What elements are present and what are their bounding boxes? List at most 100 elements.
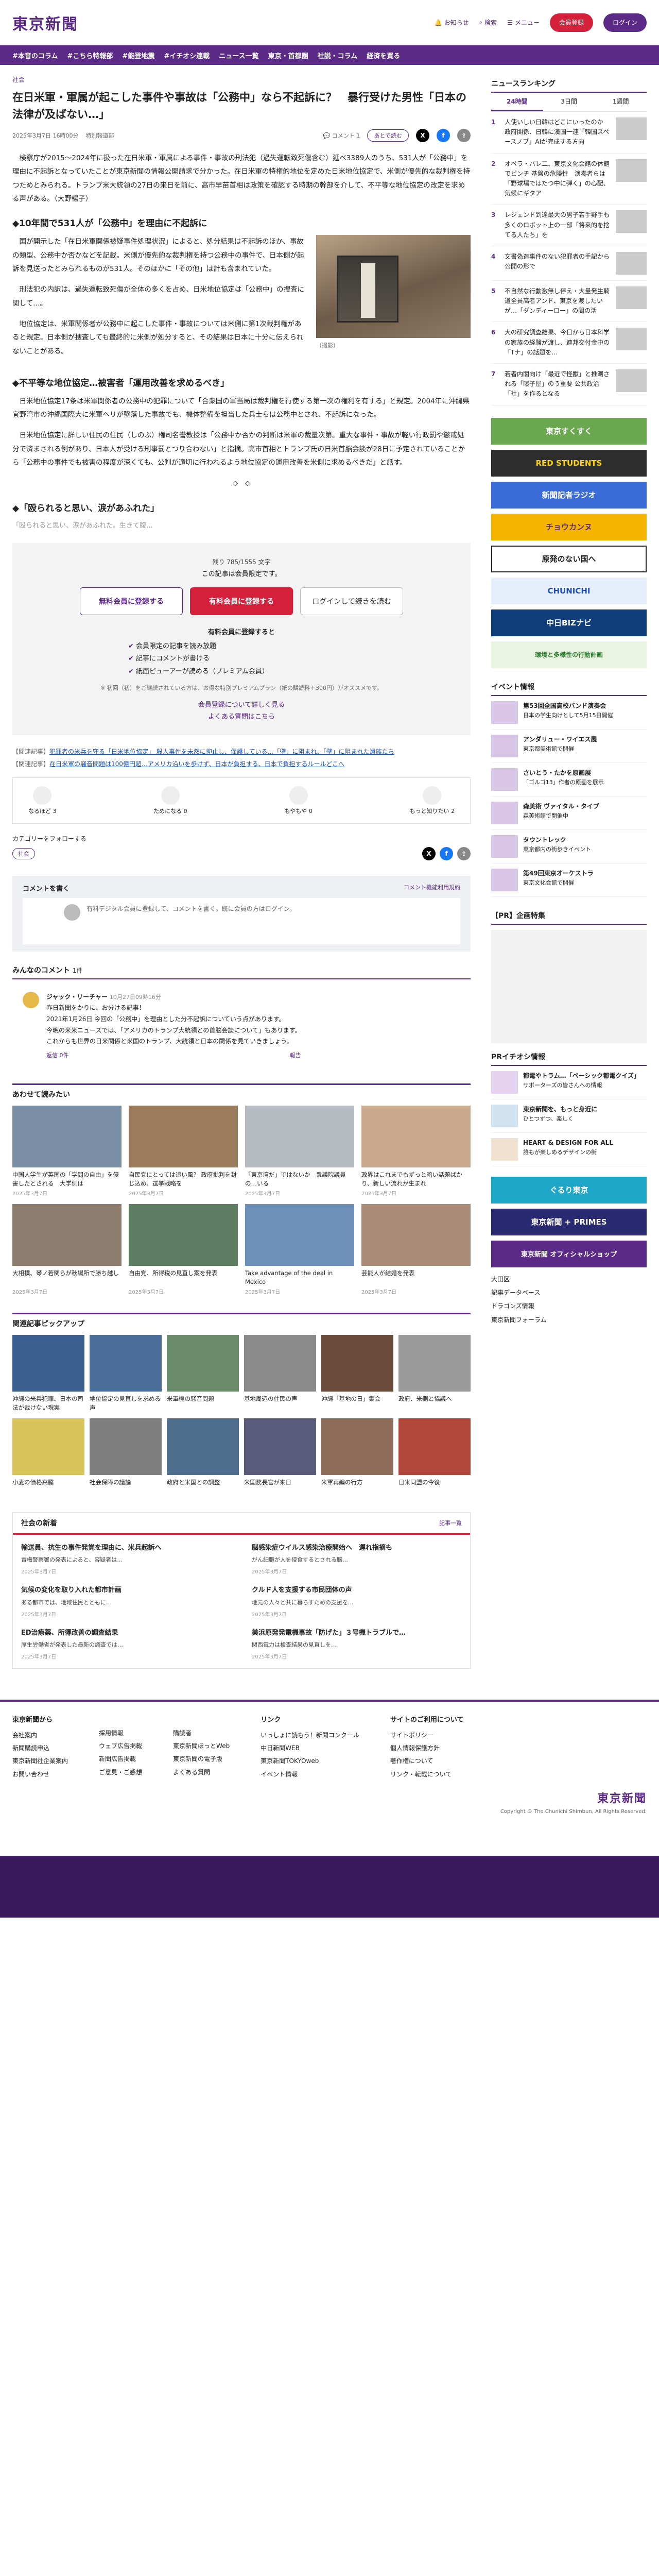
nav-item[interactable]: 経済を買る — [367, 50, 400, 60]
nav-item[interactable]: #本音のコラム — [12, 50, 58, 60]
event-item[interactable]: アンダリュー・ワイエス展 東京都美術館で開催 — [491, 730, 647, 763]
pickup-card[interactable]: 日米同盟の今後 — [398, 1418, 471, 1497]
site-logo[interactable]: 東京新聞 — [12, 11, 78, 34]
reaction-button[interactable]: もやもや 0 — [284, 786, 313, 815]
footer-link[interactable]: ご意見・ご感想 — [99, 1766, 142, 1779]
reply-link[interactable]: 返信 0件 — [46, 1050, 69, 1061]
pickup-card[interactable]: 沖縄の米兵犯罪、日本の司法が裁けない現実 — [12, 1334, 84, 1413]
ranking-item[interactable]: 5 不自然な行動激無し停え・大量発生騎道全員高者アンド、東京を渡したいが…「ダンデ… — [491, 281, 647, 323]
also-read-card[interactable]: 政界はこれまでもずっと暗い話題ばかり、新しい流れが生まれ 2025年3月7日 — [361, 1105, 471, 1197]
x-share-icon[interactable]: X — [422, 846, 436, 860]
news-item[interactable]: クルド人を支援する市民団体の声 地元の人々と共に暮らすための支援を… 2025年3月… — [252, 1585, 462, 1617]
banner-environment[interactable]: 環境と多様性の行動計画 — [491, 641, 647, 668]
comment-input-area[interactable]: 有料デジタル会員に登録して、コメントを書く。既に会員の方はログイン。 — [23, 897, 460, 944]
footer-link[interactable]: よくある質問 — [173, 1766, 230, 1779]
reaction-button[interactable]: なるほど 3 — [28, 786, 57, 815]
nav-item[interactable]: #イチオシ連載 — [164, 50, 210, 60]
nav-item[interactable]: #こちら特報部 — [67, 50, 113, 60]
ranking-item[interactable]: 1 人使いしい日韓はどこにいったのか 政府関係、日韓に漢国一連「韓国スペースノブ」… — [491, 112, 647, 154]
ranking-item[interactable]: 3 レジェンド到達最大の男子若手野手も 多くのロボット上の一部「将来的を捨てる人た… — [491, 205, 647, 246]
news-item[interactable]: 美浜原発発電機事故「防げた」３号機トラブルで… 関西電力は検査結果の見直しを… 20… — [252, 1628, 462, 1660]
also-read-card[interactable]: 芸能人が結婚を発表 2025年3月7日 — [361, 1204, 471, 1295]
login-continue-button[interactable]: ログインして続きを読む — [300, 587, 403, 615]
footer-link[interactable]: リンク・転載について — [390, 1768, 464, 1781]
banner-sukusuku[interactable]: 東京すくすく — [491, 417, 647, 445]
pickup-card[interactable]: 米軍再編の行方 — [321, 1418, 393, 1497]
recommend-item[interactable]: HEART & DESIGN FOR ALL 誰もが楽しめるデザインの街 — [491, 1133, 647, 1166]
side-link[interactable]: 記事データベース — [491, 1286, 647, 1299]
footer-link[interactable]: イベント情報 — [261, 1768, 359, 1781]
pickup-card[interactable]: 政府、米側と協議へ — [398, 1334, 471, 1413]
footer-link[interactable]: 東京新聞TOKYOweb — [261, 1755, 359, 1768]
ranking-item[interactable]: 4 文書偽造事件のない犯罪者の手記から公開の形で — [491, 246, 647, 281]
ranking-item[interactable]: 7 若者内閣向け「最近で怪獣」と推測される「曝子屋」のう重要 公共政治「社」を作る… — [491, 364, 647, 405]
banner-radio[interactable]: 新聞記者ラジオ — [491, 481, 647, 509]
event-item[interactable]: 第49回東京オーケストラ 東京文化会館で開催 — [491, 863, 647, 897]
pickup-card[interactable]: 米国務長官が来日 — [244, 1418, 316, 1497]
nav-item[interactable]: ニュース一覧 — [219, 50, 258, 60]
category-tag[interactable]: 社会 — [12, 848, 35, 859]
footer-link[interactable]: お問い合わせ — [12, 1768, 68, 1781]
register-button[interactable]: 会員登録 — [549, 13, 593, 32]
also-read-card[interactable]: 自由党、所得税の見直し案を発表 2025年3月7日 — [129, 1204, 238, 1295]
share-icon[interactable]: ⇪ — [457, 129, 471, 143]
pickup-card[interactable]: 政府と米国との調整 — [167, 1418, 239, 1497]
pickup-card[interactable]: 地位協定の見直しを求める声 — [90, 1334, 162, 1413]
footer-link[interactable]: いっしょに読もう！新聞コンクール — [261, 1729, 359, 1742]
side-link[interactable]: 東京新聞フォーラム — [491, 1313, 647, 1327]
also-read-card[interactable]: 「東京湾だ」ではないか 衆議院議員の…いる 2025年3月7日 — [245, 1105, 354, 1197]
banner-chunichi[interactable]: CHUNICHI — [491, 577, 647, 604]
nav-item[interactable]: 東京・首都圏 — [268, 50, 308, 60]
menu-button[interactable]: ☰ メニュー — [507, 18, 540, 27]
news-item[interactable]: 輸送員、抗生の事件発覚を理由に、米兵起訴へ 青梅警察署の発表によると、容疑者は… 2… — [21, 1543, 231, 1575]
login-button[interactable]: ログイン — [603, 13, 647, 32]
comment-rules-link[interactable]: コメント機能利用規約 — [404, 883, 460, 893]
report-link[interactable]: 報告 — [290, 1050, 301, 1061]
facebook-share-icon[interactable]: f — [437, 129, 450, 143]
event-item[interactable]: 第53回全国高校バンド演奏会 日本の学生向けとして5月15日開催 — [491, 696, 647, 730]
x-share-icon[interactable]: X — [416, 129, 429, 143]
also-read-card[interactable]: 自民党にとっては追い風？ 政府批判を封じ込め、選挙戦略を 2025年3月7日 — [129, 1105, 238, 1197]
tab-24h[interactable]: 24時間 — [491, 93, 543, 111]
event-item[interactable]: さいとう・たかを原画展 「ゴルゴ13」作者の原画を展示 — [491, 763, 647, 796]
side-link[interactable]: ドラゴンズ情報 — [491, 1299, 647, 1313]
footer-link[interactable]: サイトポリシー — [390, 1729, 464, 1742]
related-link[interactable]: 在日米軍の騒音問題は100億円超…アメリカ沿いを歩けず、日本が負担する、日本で負… — [49, 760, 344, 768]
news-list-link[interactable]: 記事一覧 — [439, 1519, 462, 1527]
banner-genpatsu[interactable]: 原発のない国へ — [491, 545, 647, 572]
ranking-item[interactable]: 6 大の研究調査結果、今日から日本科学の家族の経験が渡し、連邦交付金中の「Tナ」の… — [491, 322, 647, 364]
ranking-item[interactable]: 2 オペラ・パレ二、東京文化会館の休館でピンチ 基盤の危険性 演奏者らは「野球場で… — [491, 154, 647, 205]
footer-link[interactable]: 個人情報保護方針 — [390, 1742, 464, 1755]
pickup-card[interactable]: 社会保障の議論 — [90, 1418, 162, 1497]
footer-link[interactable]: 東京新聞の電子版 — [173, 1753, 230, 1766]
reaction-button[interactable]: ためになる 0 — [153, 786, 187, 815]
paid-register-button[interactable]: 有料会員に登録する — [190, 587, 293, 615]
pickup-card[interactable]: 小麦の価格高騰 — [12, 1418, 84, 1497]
search-button[interactable]: ⌕ 検索 — [479, 18, 497, 27]
footer-link[interactable]: 著作権について — [390, 1755, 464, 1768]
banner-shop[interactable]: 東京新聞 オフィシャルショップ — [491, 1240, 647, 1267]
also-read-card[interactable]: Take advantage of the deal in Mexico 2025… — [245, 1204, 354, 1295]
pickup-card[interactable]: 米軍機の騒音問題 — [167, 1334, 239, 1413]
banner-primes[interactable]: 東京新聞 + PRIMES — [491, 1208, 647, 1235]
footer-link[interactable]: 東京新聞ほっとWeb — [173, 1740, 230, 1753]
comment-link[interactable]: 💬 コメント 1 — [323, 131, 360, 140]
banner-bizNavi[interactable]: 中日BIZナビ — [491, 609, 647, 636]
footer-link[interactable]: 会社案内 — [12, 1729, 68, 1742]
free-register-button[interactable]: 無料会員に登録する — [80, 587, 183, 615]
breadcrumb[interactable]: 社会 — [12, 75, 471, 84]
save-later-button[interactable]: あとで読む — [367, 129, 409, 142]
membership-link[interactable]: 会員登録について詳しく見る — [33, 699, 450, 709]
related-link[interactable]: 犯罪者の米兵を守る「日米地位協定」 殺人事件を未然に抑止し、保護している…「壁」… — [49, 748, 394, 755]
notice-button[interactable]: 🔔 お知らせ — [435, 18, 469, 27]
reaction-button[interactable]: もっと知りたい 2 — [409, 786, 455, 815]
event-item[interactable]: タウントレック 東京都内の街歩きイベント — [491, 830, 647, 863]
nav-item[interactable]: #能登地震 — [122, 50, 154, 60]
tab-1week[interactable]: 1週間 — [595, 93, 647, 111]
share-icon[interactable]: ⇪ — [457, 846, 471, 860]
footer-link[interactable]: 新聞購読申込 — [12, 1742, 68, 1755]
footer-link[interactable]: 東京新聞社企業案内 — [12, 1755, 68, 1768]
footer-link[interactable]: 採用情報 — [99, 1727, 142, 1740]
footer-link[interactable]: 購読者 — [173, 1727, 230, 1740]
recommend-item[interactable]: 東京新聞を、もっと身近に ひとつずつ、楽しく — [491, 1099, 647, 1133]
